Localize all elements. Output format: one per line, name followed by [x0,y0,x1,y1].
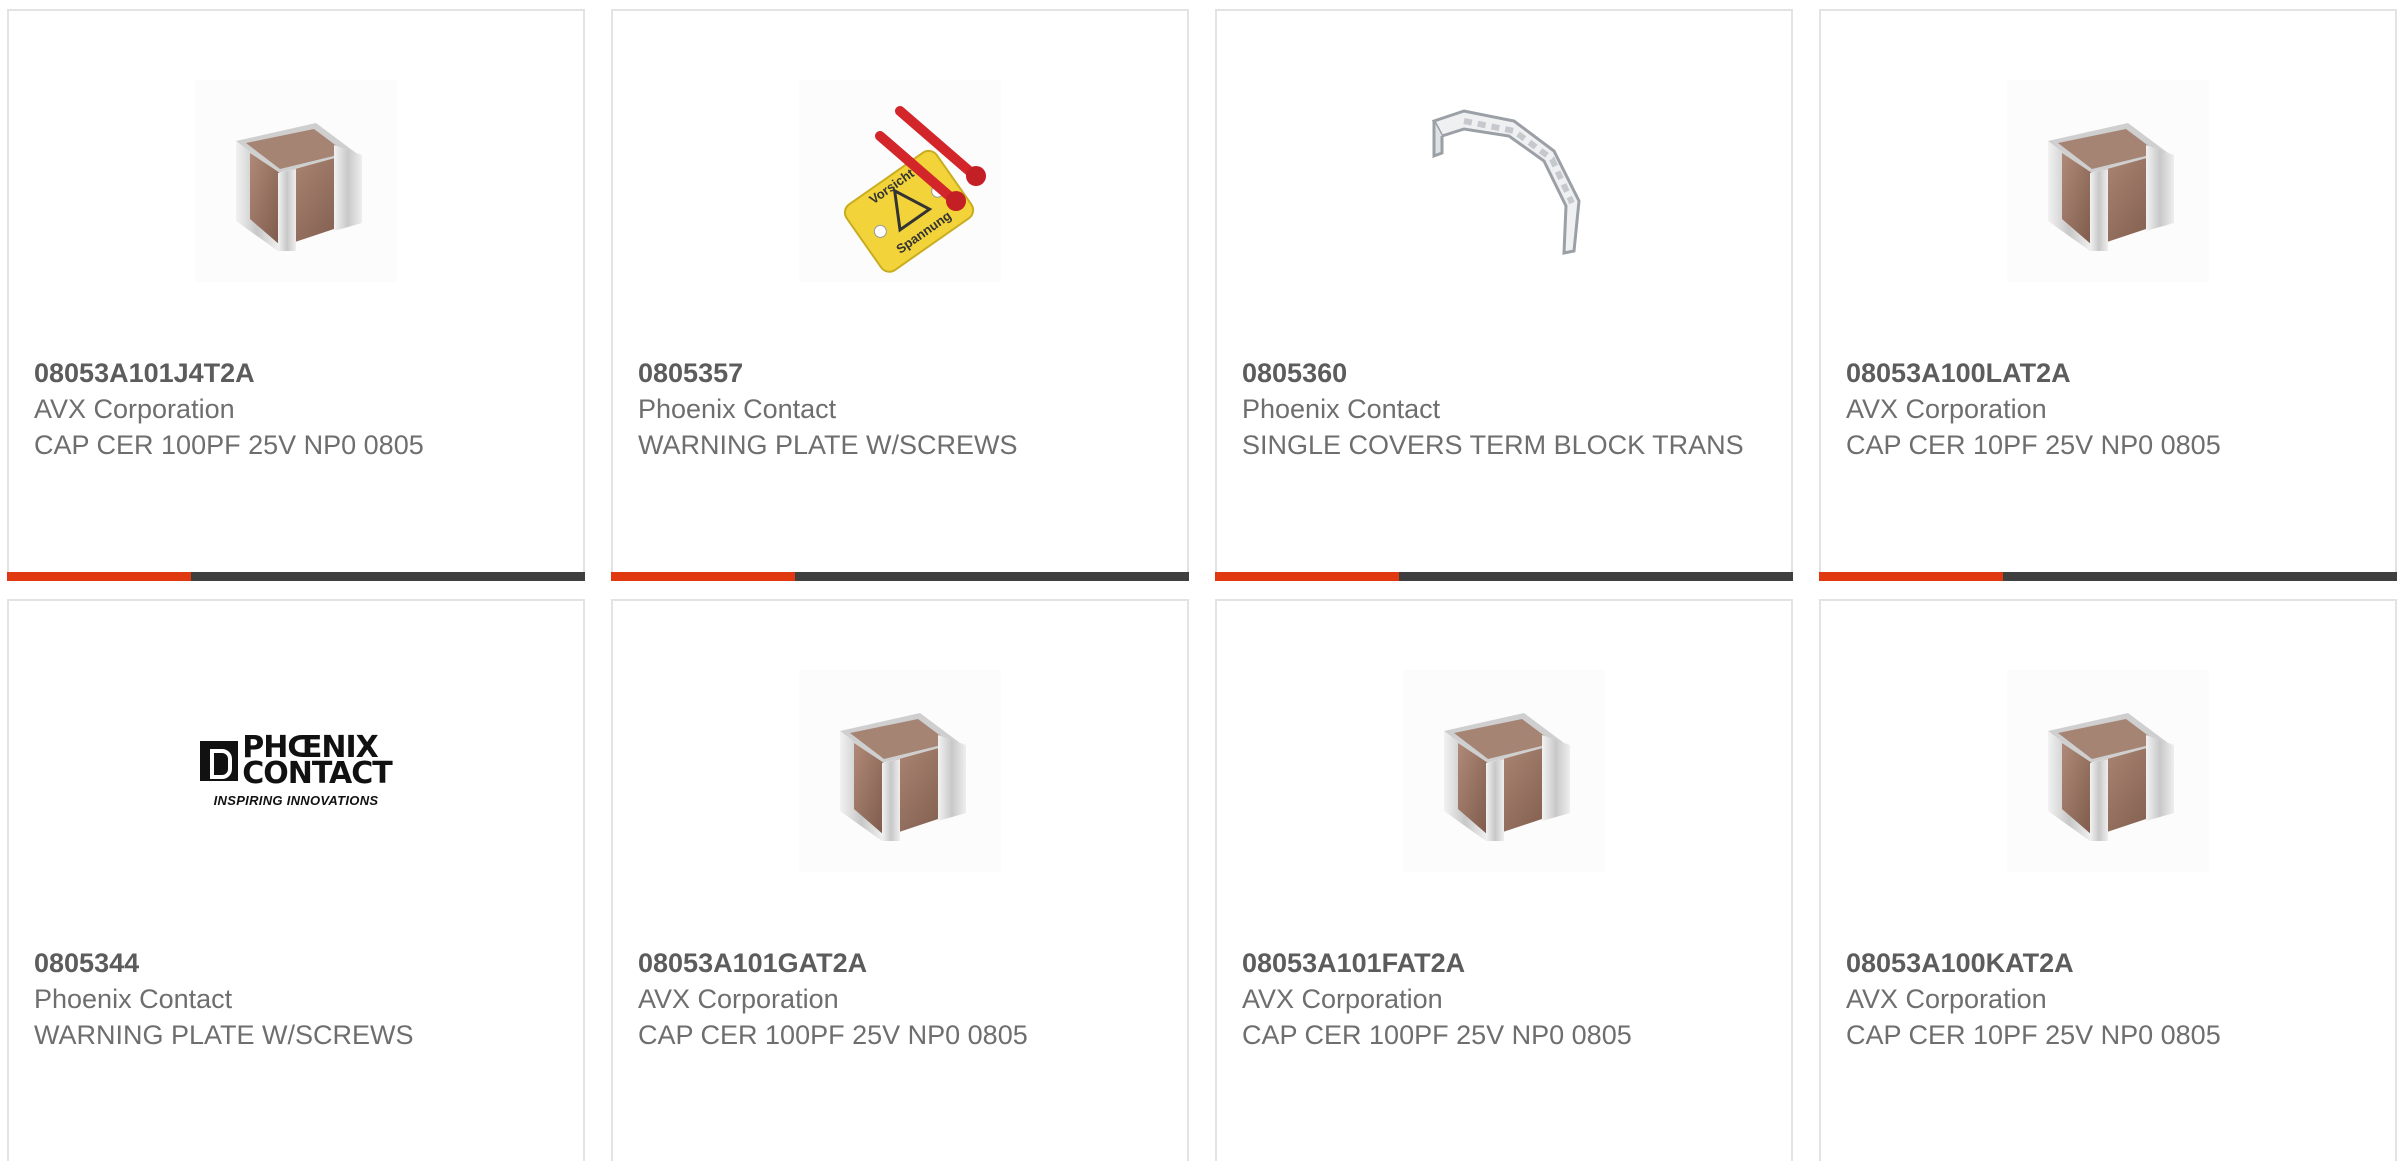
description: CAP CER 10PF 25V NP0 0805 [1846,1020,2221,1050]
product-card[interactable]: PHŒNIX CONTACT INSPIRING INNOVATIONS 080… [7,599,585,1161]
terminal-cover-icon [1431,109,1581,255]
ceramic-capacitor-icon [840,713,966,841]
product-card[interactable]: Vorsicht Spannung 0805357 Phoenix Contac… [611,9,1189,581]
card-accent [1819,572,2003,581]
card-bottom-bar [611,572,1189,581]
product-info: 08053A100KAT2A AVX Corporation CAP CER 1… [1846,945,2365,1053]
manufacturer: Phoenix Contact [34,984,233,1014]
product-image[interactable] [2007,670,2209,872]
part-number[interactable]: 0805344 [34,945,553,981]
product-card[interactable]: 08053A100KAT2A AVX Corporation CAP CER 1… [1819,599,2397,1161]
description: CAP CER 10PF 25V NP0 0805 [1846,430,2221,460]
product-image[interactable] [1403,670,1605,872]
product-info: 08053A101GAT2A AVX Corporation CAP CER 1… [638,945,1157,1053]
product-image[interactable] [2007,80,2209,282]
product-image[interactable] [195,80,397,282]
manufacturer: AVX Corporation [1242,984,1443,1014]
part-number[interactable]: 0805357 [638,355,1157,391]
manufacturer: AVX Corporation [1846,394,2047,424]
manufacturer: Phoenix Contact [1242,394,1441,424]
product-info: 08053A100LAT2A AVX Corporation CAP CER 1… [1846,355,2365,463]
product-card[interactable]: 08053A101J4T2A AVX Corporation CAP CER 1… [7,9,585,581]
description: WARNING PLATE W/SCREWS [638,430,1018,460]
product-info: 08053A101FAT2A AVX Corporation CAP CER 1… [1242,945,1761,1053]
description: WARNING PLATE W/SCREWS [34,1020,414,1050]
product-info: 08053A101J4T2A AVX Corporation CAP CER 1… [34,355,553,463]
manufacturer: AVX Corporation [638,984,839,1014]
part-number[interactable]: 08053A100KAT2A [1846,945,2365,981]
part-number[interactable]: 08053A101FAT2A [1242,945,1761,981]
product-card[interactable]: 08053A100LAT2A AVX Corporation CAP CER 1… [1819,9,2397,581]
description: CAP CER 100PF 25V NP0 0805 [638,1020,1028,1050]
ceramic-capacitor-icon [2048,123,2174,251]
warning-plate-icon: Vorsicht Spannung [843,106,986,273]
description: CAP CER 100PF 25V NP0 0805 [34,430,424,460]
manufacturer: AVX Corporation [1846,984,2047,1014]
ceramic-capacitor-icon [1444,713,1570,841]
description: SINGLE COVERS TERM BLOCK TRANS [1242,430,1744,460]
product-image[interactable]: PHŒNIX CONTACT INSPIRING INNOVATIONS [195,670,397,872]
card-bottom-bar [1215,572,1793,581]
phoenix-logo-mark-icon [200,740,239,781]
product-info: 0805357 Phoenix Contact WARNING PLATE W/… [638,355,1157,463]
product-card[interactable]: 08053A101GAT2A AVX Corporation CAP CER 1… [611,599,1189,1161]
product-card[interactable]: 08053A101FAT2A AVX Corporation CAP CER 1… [1215,599,1793,1161]
product-image[interactable]: Vorsicht Spannung [799,80,1001,282]
product-image[interactable] [799,670,1001,872]
logo-line-2: CONTACT [242,755,392,791]
manufacturer: Phoenix Contact [638,394,837,424]
card-accent [1215,572,1399,581]
card-accent [611,572,795,581]
manufacturer: AVX Corporation [34,394,235,424]
part-number[interactable]: 08053A100LAT2A [1846,355,2365,391]
part-number[interactable]: 08053A101GAT2A [638,945,1157,981]
ceramic-capacitor-icon [236,123,362,251]
description: CAP CER 100PF 25V NP0 0805 [1242,1020,1632,1050]
card-accent [7,572,191,581]
product-image[interactable] [1403,80,1605,282]
product-info: 0805360 Phoenix Contact SINGLE COVERS TE… [1242,355,1761,463]
product-info: 0805344 Phoenix Contact WARNING PLATE W/… [34,945,553,1053]
logo-tagline: INSPIRING INNOVATIONS [213,792,379,808]
product-card[interactable]: 0805360 Phoenix Contact SINGLE COVERS TE… [1215,9,1793,581]
phoenix-contact-logo: PHŒNIX CONTACT INSPIRING INNOVATIONS [200,732,393,808]
card-bottom-bar [1819,572,2397,581]
card-bottom-bar [7,572,585,581]
ceramic-capacitor-icon [2048,713,2174,841]
part-number[interactable]: 08053A101J4T2A [34,355,553,391]
product-grid: 08053A101J4T2A AVX Corporation CAP CER 1… [0,0,2400,1161]
part-number[interactable]: 0805360 [1242,355,1761,391]
